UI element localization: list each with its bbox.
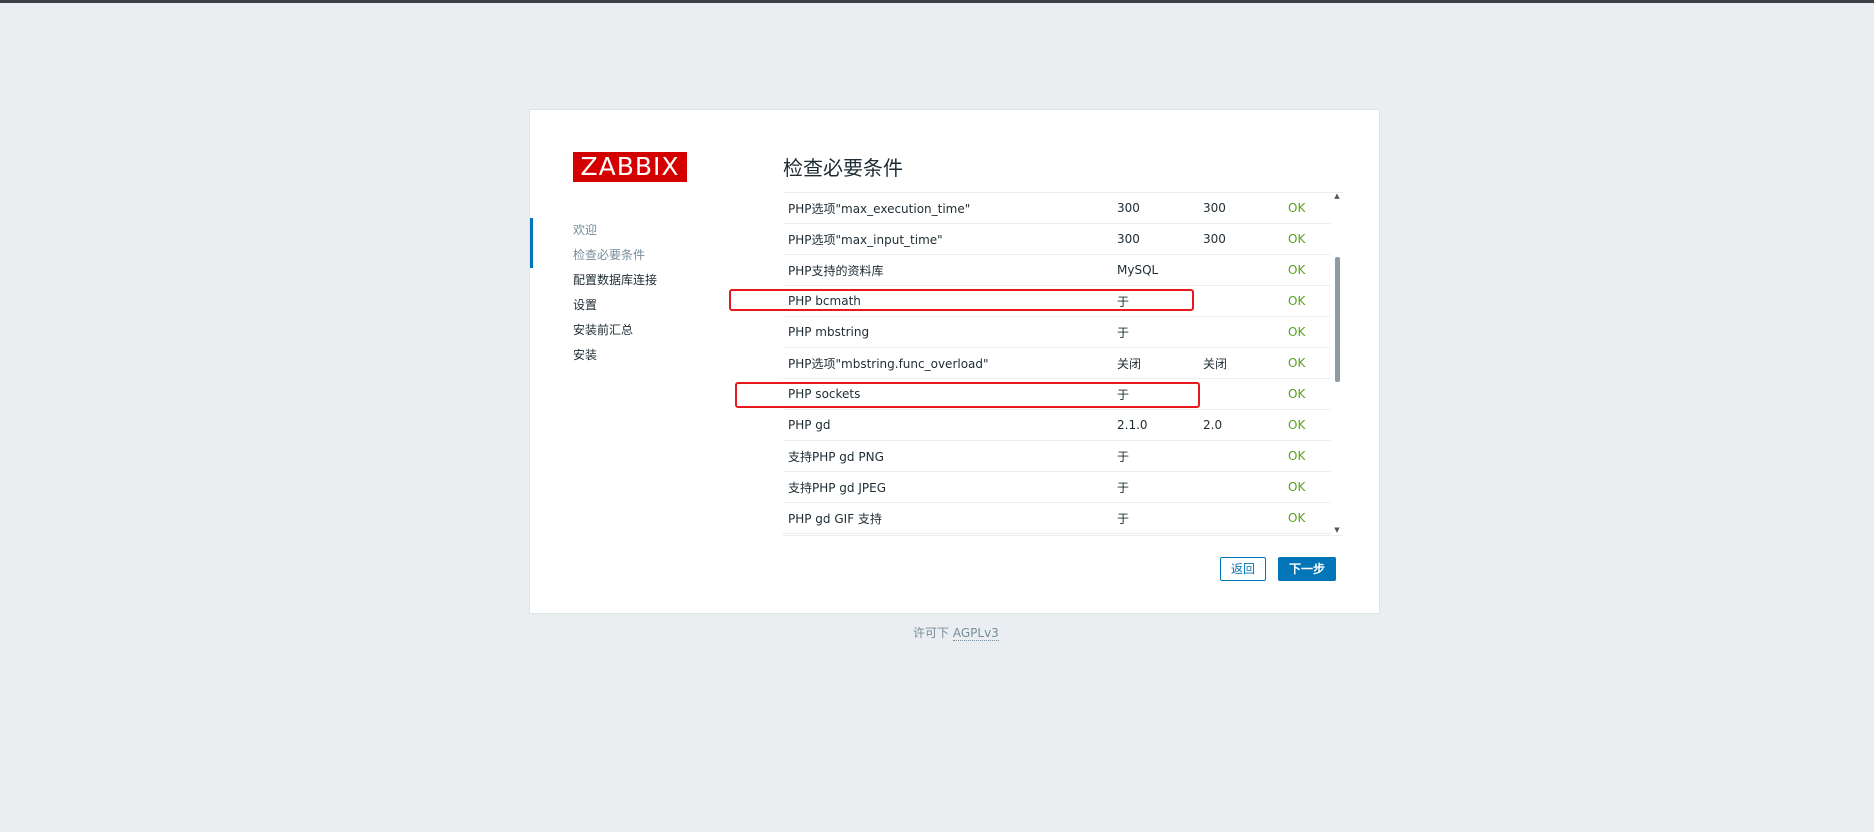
requirement-required-value [1198,440,1283,472]
requirement-required-value [1198,378,1283,410]
requirement-row: PHP sockets 于 OK [783,378,1331,410]
requirement-status: OK [1283,316,1331,348]
setup-step-1: 欢迎 [573,223,598,237]
setup-step-3: 配置数据库连接 [573,273,658,287]
scrollbar-thumb[interactable] [1335,257,1340,382]
requirement-row: PHP gd GIF 支持于 OK [783,502,1331,534]
requirement-status: OK [1283,471,1331,503]
requirement-status: OK [1283,502,1331,534]
requirement-name: PHP选项"max_input_time" [783,223,1112,255]
requirement-row: PHP支持的资料库 MySQL OK [783,254,1331,286]
requirement-name: PHP支持的资料库 [783,254,1112,286]
requirement-name: PHP选项"mbstring.func_overload" [783,347,1112,379]
requirement-required-value [1198,316,1283,348]
setup-step-6: 安装 [573,348,598,362]
requirement-current-value: 于 [1112,502,1198,534]
requirement-status: OK [1283,347,1331,379]
license-link[interactable]: AGPLv3 [952,626,999,641]
requirement-status: OK [1283,285,1331,317]
requirement-name: 支持PHP gd PNG [783,440,1112,472]
requirement-row: PHP选项"mbstring.func_overload" 关闭 关闭 OK [783,347,1331,379]
setup-step-4: 设置 [573,298,598,312]
next-step-button[interactable]: 下一步 [1278,557,1337,581]
requirements-table: PHP选项"max_execution_time" 300 300 OK PHP选项"m… [783,193,1331,534]
table-scrollbar[interactable]: ▲ ▼ [1332,192,1342,534]
requirement-current-value: 于 [1112,378,1198,410]
requirement-current-value: 2.1.0 [1112,409,1198,441]
requirement-status: OK [1283,409,1331,441]
requirement-current-value: 于 [1112,316,1198,348]
license-prefix: 许可下 [913,626,950,640]
requirement-row: PHP bcmath 于 OK [783,285,1331,317]
back-button[interactable]: 返回 [1220,557,1267,581]
requirement-required-value [1198,502,1283,534]
requirement-row: PHP mbstring 于 OK [783,316,1331,348]
requirement-current-value: 300 [1112,193,1198,224]
scroll-up-arrow-icon[interactable]: ▲ [1333,192,1341,200]
requirement-current-value: MySQL [1112,254,1198,286]
requirement-current-value: 于 [1112,440,1198,472]
requirement-required-value [1198,254,1283,286]
setup-step-2: 检查必要条件 [573,248,646,262]
requirement-name: PHP选项"max_execution_time" [783,193,1112,224]
requirement-name: PHP sockets [783,378,1112,410]
setup-steps-nav: 欢迎检查必要条件 配置数据库连接 设置安装前汇总安装 [530,218,750,368]
requirement-current-value: 300 [1112,223,1198,255]
requirement-current-value: 于 [1112,285,1198,317]
requirement-status: OK [1283,378,1331,410]
requirements-table-container[interactable]: PHP选项"max_execution_time" 300 300 OK PHP选项"m… [783,192,1343,536]
requirement-name: PHP mbstring [783,316,1112,348]
requirement-name: PHP bcmath [783,285,1112,317]
scroll-down-arrow-icon[interactable]: ▼ [1333,526,1341,534]
setup-step-5: 安装前汇总 [573,323,634,337]
requirement-name: PHP gd GIF 支持 [783,502,1112,534]
requirement-name: PHP gd [783,409,1112,441]
requirement-required-value: 2.0 [1198,409,1283,441]
requirement-status: OK [1283,223,1331,255]
requirement-row: PHP gd 2.1.0 2.0 OK [783,409,1331,441]
requirement-required-value [1198,285,1283,317]
requirement-current-value: 关闭 [1112,347,1198,379]
requirement-row: PHP选项"max_input_time" 300 300 OK [783,223,1331,255]
requirement-row: 支持PHP gd JPEG 于 OK [783,471,1331,503]
requirement-row: 支持PHP gd PNG 于 OK [783,440,1331,472]
requirement-status: OK [1283,193,1331,224]
requirement-row: PHP选项"max_execution_time" 300 300 OK [783,193,1331,224]
requirement-status: OK [1283,254,1331,286]
zabbix-logo: ZABBIX [573,152,687,182]
setup-card: ZABBIX 欢迎 检查必要条件 配置数据库连接 设置 安装前汇总 安装 检查必要条件 P… [529,109,1380,614]
window-top-strip [0,0,1874,3]
requirement-status: OK [1283,440,1331,472]
page-title: 检查必要条件 [783,156,903,180]
requirement-required-value [1198,471,1283,503]
requirement-required-value: 关闭 [1198,347,1283,379]
requirement-current-value: 于 [1112,471,1198,503]
requirement-name: 支持PHP gd JPEG [783,471,1112,503]
requirement-required-value: 300 [1198,193,1283,224]
requirement-required-value: 300 [1198,223,1283,255]
